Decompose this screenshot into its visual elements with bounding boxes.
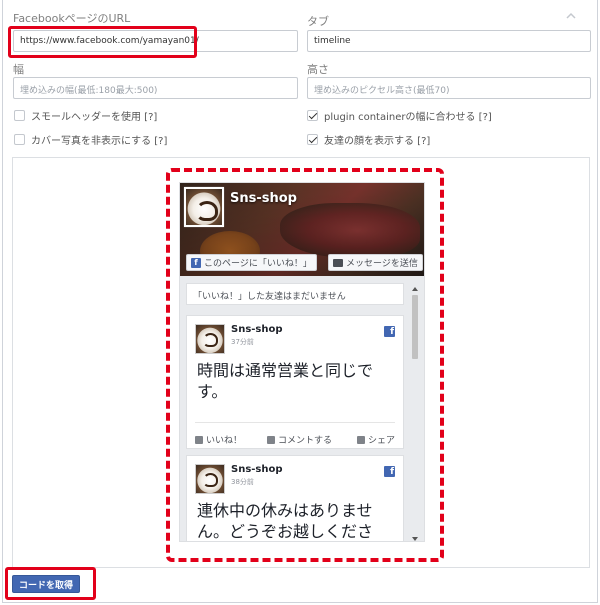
send-message-button[interactable]: メッセージを送信 xyxy=(328,254,423,271)
message-icon xyxy=(333,258,343,267)
friends-bar: 「いいね！」した友達はまだいません xyxy=(186,283,404,305)
post-body: 時間は通常営業と同じです。 xyxy=(197,361,374,401)
like-action[interactable]: いいね！ xyxy=(195,433,242,446)
hide-cover-label: カバー写真を非表示にする [?] xyxy=(31,136,168,147)
url-highlight xyxy=(8,26,197,58)
get-code-highlight xyxy=(5,567,96,600)
scroll-up-icon[interactable] xyxy=(412,287,418,291)
scrollbar[interactable] xyxy=(410,287,420,541)
adapt-width-label: plugin containerの幅に合わせる [?] xyxy=(324,112,492,123)
post-time[interactable]: 37分前 xyxy=(231,337,283,347)
comment-action[interactable]: コメントする xyxy=(266,433,332,446)
small-header-option[interactable]: スモールヘッダーを使用 [?] xyxy=(14,108,157,123)
show-faces-label: 友達の顔を表示する [?] xyxy=(324,136,431,147)
tabs-label: タブ xyxy=(307,15,329,28)
share-action-label: シェア xyxy=(367,436,395,446)
facebook-icon[interactable]: f xyxy=(384,466,395,477)
adapt-width-option[interactable]: plugin containerの幅に合わせる [?] xyxy=(307,108,492,123)
small-header-checkbox[interactable] xyxy=(14,110,25,121)
post-avatar[interactable] xyxy=(195,324,225,354)
timeline-post: Sns-shop 38分前 f 連休中の休みはありません。どうぞお越しくださ xyxy=(186,455,404,541)
width-field[interactable]: 埋め込みの幅(最低:180最大:500) xyxy=(13,77,298,99)
post-time[interactable]: 38分前 xyxy=(231,477,283,487)
send-message-label: メッセージを送信 xyxy=(346,259,418,269)
small-header-label: スモールヘッダーを使用 [?] xyxy=(31,112,158,123)
tabs-field[interactable]: timeline xyxy=(307,30,591,52)
scroll-thumb[interactable] xyxy=(412,295,418,359)
share-action[interactable]: シェア xyxy=(356,433,395,446)
post-author[interactable]: Sns-shop xyxy=(231,464,283,475)
facebook-icon[interactable]: f xyxy=(384,326,395,337)
hide-cover-option[interactable]: カバー写真を非表示にする [?] xyxy=(14,132,167,147)
post-actions: いいね！ コメントする シェア xyxy=(195,422,395,446)
timeline-post: Sns-shop 37分前 f 時間は通常営業と同じです。 いいね！ コメントす… xyxy=(186,315,404,449)
height-label: 高さ xyxy=(307,63,329,76)
height-field[interactable]: 埋め込みのピクセル高さ(最低70) xyxy=(307,77,591,99)
share-icon xyxy=(356,435,365,444)
url-label: FacebookページのURL xyxy=(13,12,131,25)
comment-action-label: コメントする xyxy=(277,436,332,446)
comment-icon xyxy=(266,435,275,444)
chevron-up-icon[interactable] xyxy=(565,10,577,22)
page-avatar[interactable] xyxy=(184,187,224,227)
post-author[interactable]: Sns-shop xyxy=(231,324,283,335)
like-action-label: いいね！ xyxy=(206,436,243,446)
hide-cover-checkbox[interactable] xyxy=(14,134,25,145)
facebook-icon: f xyxy=(191,257,201,268)
post-body: 連休中の休みはありません。どうぞお越しくださ xyxy=(197,501,374,541)
page-plugin-preview: Sns-shop f このページに「いいね！」 メッセージを送信 「いいね！」し… xyxy=(179,182,425,542)
cover-photo: Sns-shop f このページに「いいね！」 メッセージを送信 xyxy=(180,183,424,276)
like-page-button[interactable]: f このページに「いいね！」 xyxy=(186,254,317,271)
adapt-width-checkbox[interactable] xyxy=(307,110,318,121)
show-faces-checkbox[interactable] xyxy=(307,134,318,145)
width-label: 幅 xyxy=(13,63,24,76)
page-name[interactable]: Sns-shop xyxy=(230,191,297,206)
like-page-label: このページに「いいね！」 xyxy=(204,259,312,269)
post-avatar[interactable] xyxy=(195,464,225,494)
show-faces-option[interactable]: 友達の顔を表示する [?] xyxy=(307,132,430,147)
scroll-down-icon[interactable] xyxy=(412,537,418,541)
like-icon xyxy=(195,435,203,444)
